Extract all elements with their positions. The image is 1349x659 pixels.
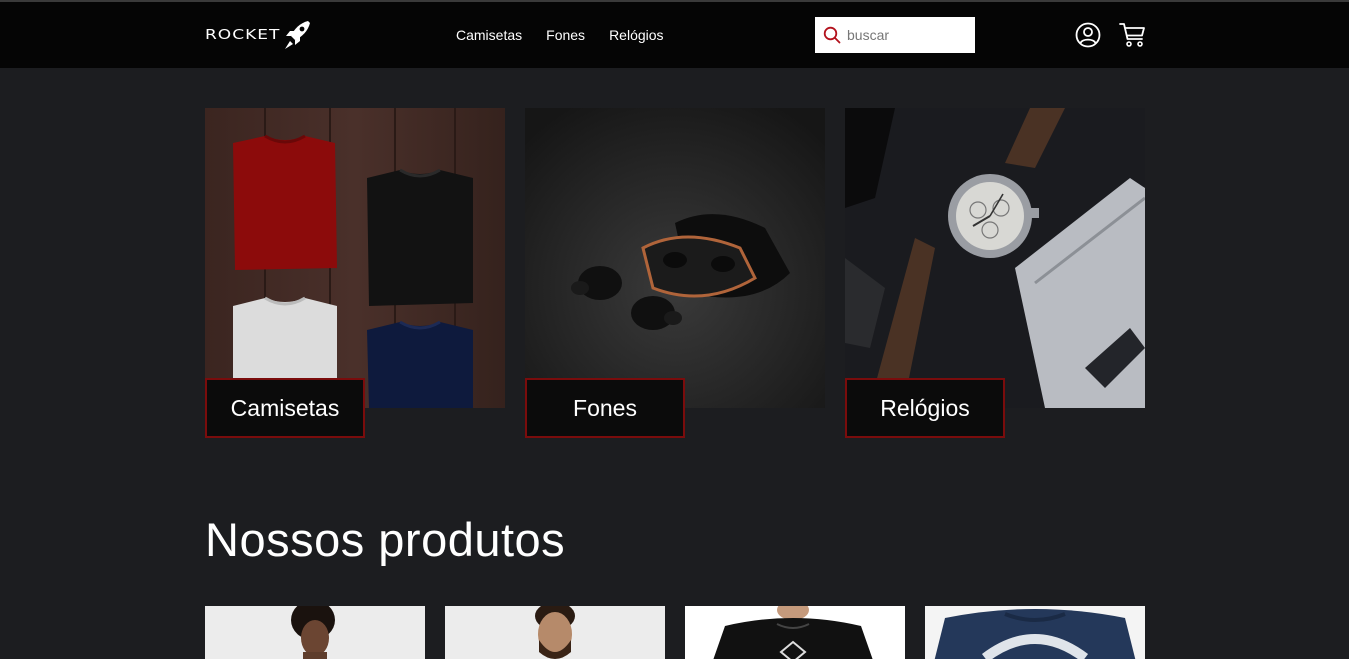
product-image <box>205 606 425 659</box>
category-card-fones[interactable]: Fones <box>525 108 825 438</box>
category-label-camisetas[interactable]: Camisetas <box>205 378 365 438</box>
logo-text: ROCKET <box>205 27 281 43</box>
category-image-camisetas <box>205 108 505 408</box>
category-label-relogios[interactable]: Relógios <box>845 378 1005 438</box>
product-card[interactable] <box>445 606 665 659</box>
logo[interactable]: ROCKET <box>205 19 347 51</box>
main-nav: Camisetas Fones Relógios <box>456 26 688 44</box>
user-icon[interactable] <box>1075 22 1101 48</box>
products-section-title: Nossos produtos <box>205 513 566 566</box>
nav-item-relogios[interactable]: Relógios <box>609 26 663 44</box>
search-icon[interactable] <box>823 26 841 44</box>
product-image <box>445 606 665 659</box>
product-card[interactable] <box>205 606 425 659</box>
category-card-relogios[interactable]: Relógios <box>845 108 1145 438</box>
nav-item-camisetas[interactable]: Camisetas <box>456 26 522 44</box>
category-card-camisetas[interactable]: Camisetas <box>205 108 505 438</box>
category-image-relogios <box>845 108 1145 408</box>
product-image <box>685 606 905 659</box>
category-label-fones[interactable]: Fones <box>525 378 685 438</box>
search-input[interactable] <box>847 27 967 43</box>
site-header: ROCKET Camisetas Fones Relógios <box>0 2 1349 68</box>
cart-icon[interactable] <box>1119 22 1146 48</box>
nav-item-fones[interactable]: Fones <box>546 26 585 44</box>
product-card[interactable] <box>925 606 1145 659</box>
category-image-fones <box>525 108 825 408</box>
product-card[interactable] <box>685 606 905 659</box>
search-box <box>815 17 975 53</box>
product-image <box>925 606 1145 659</box>
rocket-icon <box>285 21 311 49</box>
